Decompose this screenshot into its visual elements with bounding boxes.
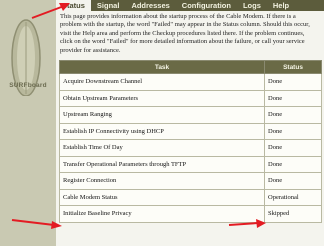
table-row: Register Connection Done <box>59 172 322 190</box>
task-cell: Acquire Downstream Channel <box>59 73 265 91</box>
status-cell: Done <box>264 73 322 91</box>
task-cell: Establish Time Of Day <box>59 139 265 157</box>
table-row: Initialize Baseline Privacy Skipped <box>59 205 322 223</box>
task-cell: Upstream Ranging <box>59 106 265 124</box>
table-row: Transfer Operational Parameters through … <box>59 155 322 173</box>
status-cell: Done <box>264 139 322 157</box>
table-row: Cable Modem Status Operational <box>59 188 322 206</box>
tab-logs[interactable]: Logs <box>237 0 267 11</box>
table-row: Acquire Downstream Channel Done <box>59 73 322 91</box>
table-header-row: Task Status <box>59 60 322 74</box>
tab-configuration[interactable]: Configuration <box>176 0 237 11</box>
table-row: Establish IP Connectivity using DHCP Don… <box>59 122 322 140</box>
table-row: Establish Time Of Day Done <box>59 139 322 157</box>
tab-help[interactable]: Help <box>267 0 295 11</box>
tab-signal[interactable]: Signal <box>91 0 126 11</box>
status-cell: Done <box>264 106 322 124</box>
status-cell: Done <box>264 122 322 140</box>
status-cell: Done <box>264 155 322 173</box>
column-header-status: Status <box>264 60 322 74</box>
task-cell: Initialize Baseline Privacy <box>59 205 265 223</box>
status-cell: Skipped <box>264 205 322 223</box>
tab-addresses[interactable]: Addresses <box>125 0 175 11</box>
sidebar: SURFboard <box>0 0 56 246</box>
table-row: Obtain Upstream Parameters Done <box>59 89 322 107</box>
table-row: Upstream Ranging Done <box>59 106 322 124</box>
status-table: Task Status Acquire Downstream Channel D… <box>59 60 322 223</box>
top-nav: Status Signal Addresses Configuration Lo… <box>56 0 324 11</box>
task-cell: Obtain Upstream Parameters <box>59 89 265 107</box>
status-cell: Operational <box>264 188 322 206</box>
task-cell: Cable Modem Status <box>59 188 265 206</box>
page-description: This page provides information about the… <box>60 13 310 54</box>
tab-status[interactable]: Status <box>56 0 91 11</box>
column-header-task: Task <box>59 60 265 74</box>
task-cell: Transfer Operational Parameters through … <box>59 155 265 173</box>
task-cell: Register Connection <box>59 172 265 190</box>
logo-text: SURFboard <box>9 82 47 89</box>
status-cell: Done <box>264 89 322 107</box>
status-cell: Done <box>264 172 322 190</box>
task-cell: Establish IP Connectivity using DHCP <box>59 122 265 140</box>
